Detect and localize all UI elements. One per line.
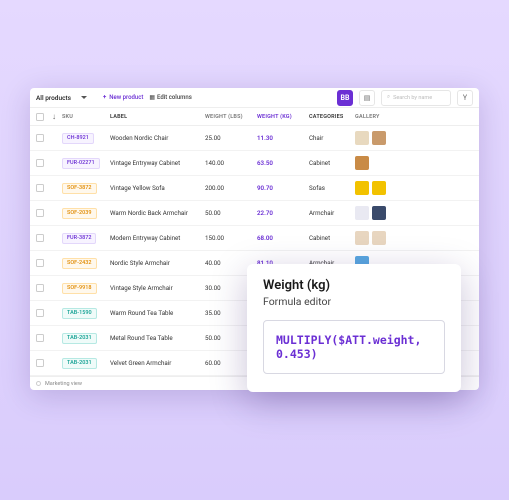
row-checkbox[interactable]: [36, 334, 44, 342]
category-cell: Sofas: [309, 184, 355, 192]
category-cell: Cabinet: [309, 159, 355, 167]
scope-label: All products: [36, 94, 71, 102]
product-label: Velvet Green Armchair: [110, 359, 205, 367]
category-cell: Armchair: [309, 209, 355, 217]
view-mode-button[interactable]: BB: [337, 90, 353, 106]
new-product-label: New product: [109, 94, 143, 101]
filter-button[interactable]: Y: [457, 90, 473, 106]
product-label: Nordic Style Armchair: [110, 259, 205, 267]
gallery-thumb[interactable]: [372, 231, 386, 245]
columns-icon: ▦: [149, 94, 154, 101]
scope-dropdown[interactable]: All products: [36, 94, 97, 102]
row-checkbox[interactable]: [36, 359, 44, 367]
row-checkbox[interactable]: [36, 134, 44, 142]
plus-icon: +: [103, 94, 106, 101]
gallery-thumb[interactable]: [355, 231, 369, 245]
weight-lbs-cell: 200.00: [205, 184, 257, 192]
sku-chip[interactable]: FUR-02271: [62, 158, 100, 169]
sku-chip[interactable]: FUR-3872: [62, 233, 96, 244]
sku-chip[interactable]: SOF-9918: [62, 283, 97, 294]
layout-button[interactable]: ▤: [359, 90, 375, 106]
col-gallery[interactable]: GALLERY: [355, 114, 479, 120]
table-row[interactable]: SOF-3872 Vintage Yellow Sofa200.0090.70So…: [30, 176, 479, 201]
category-cell: Cabinet: [309, 234, 355, 242]
sku-chip[interactable]: SOF-3872: [62, 183, 97, 194]
gallery-thumb[interactable]: [355, 156, 369, 170]
footer-view-label[interactable]: Marketing view: [45, 381, 82, 387]
col-weight-lbs[interactable]: WEIGHT (LBS): [205, 114, 257, 120]
weight-kg-cell: 22.70: [257, 209, 309, 217]
sku-chip[interactable]: CH-8921: [62, 133, 94, 144]
weight-lbs-cell: 150.00: [205, 234, 257, 242]
weight-lbs-cell: 50.00: [205, 209, 257, 217]
sku-chip[interactable]: SOF-2039: [62, 208, 97, 219]
sku-chip[interactable]: TAB-2031: [62, 358, 97, 369]
weight-kg-cell: 90.70: [257, 184, 309, 192]
formula-input[interactable]: MULTIPLY($ATT.weight, 0.453): [263, 320, 445, 374]
search-input[interactable]: ⌕ Search by name: [381, 90, 451, 106]
row-checkbox[interactable]: [36, 259, 44, 267]
gallery-thumb[interactable]: [355, 181, 369, 195]
toolbar: All products + New product ▦ Edit column…: [30, 88, 479, 108]
weight-lbs-cell: 140.00: [205, 159, 257, 167]
product-label: Wooden Nordic Chair: [110, 134, 205, 142]
sku-chip[interactable]: TAB-1590: [62, 308, 97, 319]
gallery-thumb[interactable]: [355, 206, 369, 220]
gallery-thumb[interactable]: [355, 131, 369, 145]
category-cell: Chair: [309, 134, 355, 142]
table-row[interactable]: FUR-3872 Modern Entryway Cabinet150.0068.…: [30, 226, 479, 251]
formula-title: Weight (kg): [263, 278, 445, 293]
product-label: Modern Entryway Cabinet: [110, 234, 205, 242]
product-label: Warm Nordic Back Armchair: [110, 209, 205, 217]
col-weight-kg[interactable]: WEIGHT (KG): [257, 114, 309, 120]
table-row[interactable]: FUR-02271 Vintage Entryway Cabinet140.006…: [30, 151, 479, 176]
gallery-thumb[interactable]: [372, 131, 386, 145]
grid-icon: BB: [341, 94, 350, 102]
formula-subtitle: Formula editor: [263, 295, 445, 308]
select-all-checkbox[interactable]: [36, 113, 44, 121]
edit-columns-button[interactable]: ▦ Edit columns: [149, 94, 191, 101]
table-row[interactable]: CH-8921 Wooden Nordic Chair25.0011.30Chai…: [30, 126, 479, 151]
weight-kg-cell: 63.50: [257, 159, 309, 167]
sku-chip[interactable]: TAB-2031: [62, 333, 97, 344]
col-sku[interactable]: SKU: [62, 114, 110, 120]
new-product-button[interactable]: + New product: [103, 94, 143, 101]
row-checkbox[interactable]: [36, 159, 44, 167]
edit-columns-label: Edit columns: [157, 94, 192, 101]
search-placeholder: Search by name: [393, 95, 432, 101]
weight-kg-cell: 11.30: [257, 134, 309, 142]
product-label: Metal Round Tea Table: [110, 334, 205, 342]
col-categories[interactable]: CATEGORIES: [309, 114, 355, 120]
chevron-down-icon: [81, 96, 87, 99]
gallery-thumb[interactable]: [372, 181, 386, 195]
layout-icon: ▤: [364, 94, 371, 102]
gallery-thumb[interactable]: [372, 206, 386, 220]
view-indicator-icon: [36, 381, 41, 386]
product-label: Warm Round Tea Table: [110, 309, 205, 317]
row-checkbox[interactable]: [36, 284, 44, 292]
weight-kg-cell: 68.00: [257, 234, 309, 242]
weight-lbs-cell: 25.00: [205, 134, 257, 142]
product-label: Vintage Entryway Cabinet: [110, 159, 205, 167]
col-label[interactable]: LABEL: [110, 114, 205, 120]
product-label: Vintage Yellow Sofa: [110, 184, 205, 192]
row-checkbox[interactable]: [36, 309, 44, 317]
table-row[interactable]: SOF-2039 Warm Nordic Back Armchair50.0022…: [30, 201, 479, 226]
row-checkbox[interactable]: [36, 209, 44, 217]
filter-icon: Y: [463, 94, 467, 102]
sku-chip[interactable]: SOF-2432: [62, 258, 97, 269]
product-label: Vintage Style Armchair: [110, 284, 205, 292]
formula-editor-popover: Weight (kg) Formula editor MULTIPLY($ATT…: [247, 264, 461, 392]
search-icon: ⌕: [387, 94, 390, 101]
row-checkbox[interactable]: [36, 184, 44, 192]
row-checkbox[interactable]: [36, 234, 44, 242]
sort-icon[interactable]: ↓: [52, 112, 62, 121]
table-header: ↓ SKU LABEL WEIGHT (LBS) WEIGHT (KG) CAT…: [30, 108, 479, 126]
